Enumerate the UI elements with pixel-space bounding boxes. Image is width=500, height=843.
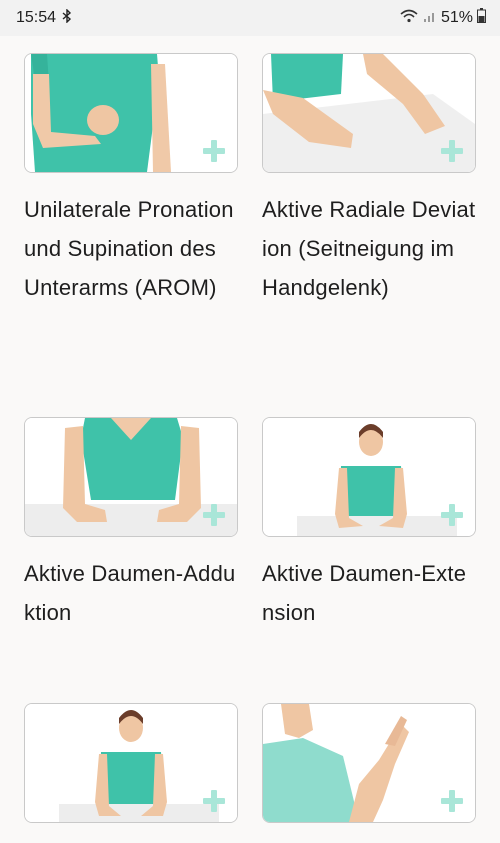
add-icon bbox=[441, 140, 463, 162]
add-icon bbox=[203, 504, 225, 526]
exercise-title[interactable]: Aktive Daumen-Extension bbox=[262, 554, 476, 632]
exercise-card[interactable]: Aktive Daumen-Extension bbox=[262, 417, 476, 632]
exercise-card[interactable]: Unilaterale Pronation und Supination des… bbox=[24, 53, 238, 307]
exercise-thumbnail[interactable] bbox=[262, 417, 476, 537]
add-icon bbox=[203, 790, 225, 812]
exercise-thumbnail[interactable] bbox=[24, 417, 238, 537]
signal-icon bbox=[423, 9, 437, 28]
exercise-thumbnail[interactable] bbox=[24, 53, 238, 173]
battery-icon bbox=[477, 8, 486, 28]
exercise-card[interactable]: Aktive Radiale Deviation (Seitneigung im… bbox=[262, 53, 476, 307]
wifi-icon bbox=[399, 9, 419, 28]
exercise-card[interactable] bbox=[24, 703, 238, 840]
exercise-grid: Unilaterale Pronation und Supination des… bbox=[0, 36, 500, 843]
exercise-thumbnail[interactable] bbox=[262, 703, 476, 823]
exercise-thumbnail[interactable] bbox=[262, 53, 476, 173]
exercise-thumbnail[interactable] bbox=[24, 703, 238, 823]
add-icon bbox=[203, 140, 225, 162]
status-bar: 15:54 51% bbox=[0, 0, 500, 36]
exercise-title[interactable]: Aktive Radiale Deviation (Seitneigung im… bbox=[262, 190, 476, 307]
exercise-title[interactable]: Aktive Daumen-Adduktion bbox=[24, 554, 238, 632]
add-icon bbox=[441, 790, 463, 812]
bluetooth-icon bbox=[62, 7, 72, 28]
add-icon bbox=[441, 504, 463, 526]
battery-percent: 51% bbox=[440, 9, 473, 26]
exercise-title[interactable]: Unilaterale Pronation und Supination des… bbox=[24, 190, 238, 307]
exercise-card[interactable] bbox=[262, 703, 476, 840]
clock: 15:54 bbox=[16, 9, 57, 26]
exercise-card[interactable]: Aktive Daumen-Adduktion bbox=[24, 417, 238, 632]
